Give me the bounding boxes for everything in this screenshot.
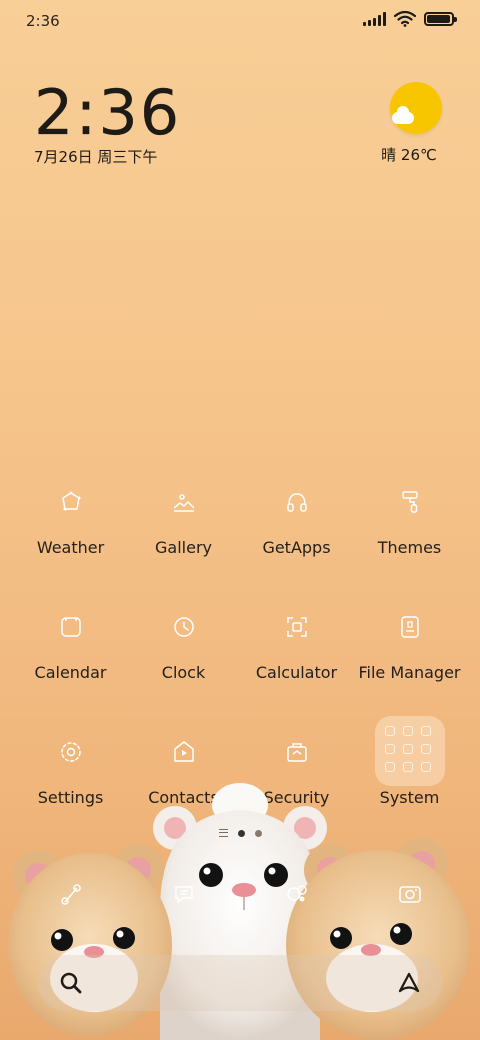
page-indicator[interactable] [0,829,480,837]
weather-text: 晴 26℃ [381,146,437,164]
dock-browser[interactable] [240,862,353,926]
app-calendar[interactable]: Calendar [14,595,127,685]
clock-widget[interactable]: 2:36 7月26日 周三下午 [34,76,182,167]
weather-widget[interactable]: 晴 26℃ [381,82,446,165]
search-icon[interactable] [58,970,84,996]
assistant-icon[interactable] [396,970,422,996]
battery-icon [424,12,457,26]
browser-icon [286,885,307,902]
status-icons [363,11,457,27]
page-dot [254,829,262,837]
page-dot-active [237,829,245,837]
app-grid: Weather Gallery GetApps Themes Calendar … [14,470,466,810]
phone-icon [60,884,81,905]
signal-icon [363,12,386,26]
app-gallery[interactable]: Gallery [127,470,240,560]
battery-fill [427,15,450,23]
app-label: GetApps [262,538,331,557]
dock [14,862,466,926]
app-label: Gallery [155,538,212,557]
app-getapps[interactable]: GetApps [240,470,353,560]
camera-icon [398,886,421,903]
status-bar: 2:36 [0,0,480,44]
app-themes[interactable]: Themes [353,470,466,560]
app-label: Calculator [255,663,338,682]
weather-icon [39,470,103,534]
app-label: Clock [161,663,206,682]
search-bar[interactable] [38,955,442,1011]
app-calculator[interactable]: Calculator [240,595,353,685]
status-time: 2:36 [26,12,60,30]
app-label: Calendar [34,663,107,682]
app-file-manager[interactable]: File Manager [353,595,466,685]
app-label: Weather [36,538,105,557]
messages-icon [174,886,193,903]
app-label: Themes [377,538,442,557]
themes-icon [378,470,442,534]
app-clock[interactable]: Clock [127,595,240,685]
wifi-icon [394,11,416,27]
getapps-icon [265,470,329,534]
sun-cloud-icon [390,82,442,134]
clock-date: 7月26日 周三下午 [34,148,158,166]
dock-phone[interactable] [14,862,127,926]
menu-lines-icon [218,829,228,837]
app-weather[interactable]: Weather [14,470,127,560]
calendar-icon [39,595,103,659]
calculator-icon [265,595,329,659]
app-label: File Manager [358,663,461,682]
file-manager-icon [378,595,442,659]
gallery-icon [152,470,216,534]
dock-camera[interactable] [353,862,466,926]
clock-icon [152,595,216,659]
dock-messages[interactable] [127,862,240,926]
clock-time: 2:36 [34,76,182,149]
